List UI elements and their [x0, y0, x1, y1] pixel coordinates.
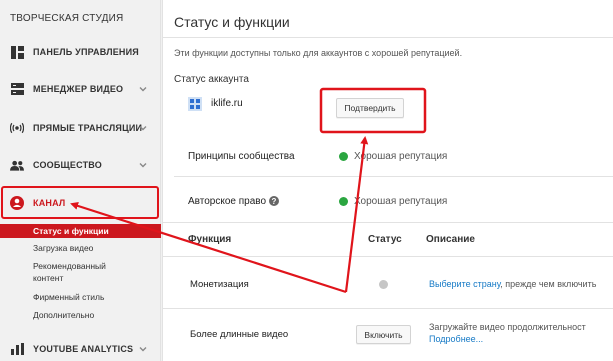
copyright-label: Авторское право [188, 196, 267, 207]
table-header-feature: Функция [188, 234, 232, 245]
subnav-featured-content[interactable]: Рекомендованный [0, 261, 161, 272]
table-row-description: Выберите страну, прежде чем включить [429, 279, 596, 289]
live-broadcast-icon [10, 121, 24, 135]
sidebar-item-live[interactable]: ПРЯМЫЕ ТРАНСЛЯЦИИ [0, 118, 161, 138]
subnav-featured-content-cont[interactable]: контент [0, 273, 161, 284]
page-title: Статус и функции [174, 14, 290, 30]
confirm-button[interactable]: Подтвердить [336, 98, 404, 118]
status-green-dot-icon [339, 197, 348, 206]
divider [163, 222, 613, 223]
sidebar-item-label: КАНАЛ [33, 198, 66, 208]
table-row-feature: Монетизация [190, 279, 249, 290]
learn-more-link[interactable]: Подробнее... [429, 334, 483, 344]
subnav-upload-defaults[interactable]: Загрузка видео [0, 243, 161, 254]
table-header-description: Описание [426, 234, 475, 245]
sidebar-item-community[interactable]: СООБЩЕСТВО [0, 155, 161, 175]
copyright-status: Хорошая репутация [354, 196, 448, 207]
community-icon [10, 158, 24, 172]
table-header-status: Статус [368, 234, 402, 245]
video-manager-icon [10, 82, 24, 96]
help-icon[interactable]: ? [269, 196, 279, 209]
features-description: Эти функции доступны только для аккаунто… [174, 48, 463, 58]
subnav-branding[interactable]: Фирменный стиль [0, 292, 161, 303]
sidebar-item-label: СООБЩЕСТВО [33, 160, 102, 170]
status-grey-dot-icon [379, 280, 388, 289]
community-guidelines-label: Принципы сообщества [188, 151, 295, 162]
sidebar-item-label: ПАНЕЛЬ УПРАВЛЕНИЯ [33, 47, 139, 57]
analytics-icon [10, 342, 24, 356]
chevron-down-icon[interactable] [138, 160, 148, 170]
sidebar-item-channel[interactable]: КАНАЛ [0, 193, 161, 213]
chevron-down-icon[interactable] [138, 84, 148, 94]
table-row-feature: Более длинные видео [190, 329, 289, 340]
description-text: , прежде чем включить [500, 279, 597, 289]
chevron-down-icon[interactable] [138, 344, 148, 354]
studio-title: ТВОРЧЕСКАЯ СТУДИЯ [10, 13, 124, 24]
table-row-description: Загружайте видео продолжительност [429, 322, 586, 332]
sidebar-item-label: ПРЯМЫЕ ТРАНСЛЯЦИИ [33, 123, 143, 133]
main-panel: Статус и функции Эти функции доступны то… [162, 0, 613, 361]
account-name: iklife.ru [211, 98, 243, 109]
enable-button[interactable]: Включить [356, 325, 411, 344]
chevron-down-icon[interactable] [138, 123, 148, 133]
sidebar-item-dashboard[interactable]: ПАНЕЛЬ УПРАВЛЕНИЯ [0, 42, 161, 62]
subnav-status-features[interactable]: Статус и функции [0, 224, 161, 238]
sidebar-item-label: YOUTUBE ANALYTICS [33, 344, 134, 354]
channel-icon [10, 196, 24, 210]
divider [163, 308, 613, 309]
sidebar-item-label: МЕНЕДЖЕР ВИДЕО [33, 84, 124, 94]
divider [163, 256, 613, 257]
subnav-advanced[interactable]: Дополнительно [0, 310, 161, 321]
dashboard-icon [10, 45, 24, 59]
account-avatar-icon [188, 97, 202, 114]
divider [163, 37, 613, 38]
sidebar: ТВОРЧЕСКАЯ СТУДИЯ ПАНЕЛЬ УПРАВЛЕНИЯ МЕНЕ… [0, 0, 161, 361]
sidebar-item-analytics[interactable]: YOUTUBE ANALYTICS [0, 339, 161, 359]
choose-country-link[interactable]: Выберите страну [429, 279, 500, 289]
status-green-dot-icon [339, 152, 348, 161]
sidebar-item-video-manager[interactable]: МЕНЕДЖЕР ВИДЕО [0, 79, 161, 99]
community-guidelines-status: Хорошая репутация [354, 151, 448, 162]
svg-text:?: ? [272, 197, 277, 206]
divider [174, 176, 613, 177]
account-status-label: Статус аккаунта [174, 74, 249, 85]
